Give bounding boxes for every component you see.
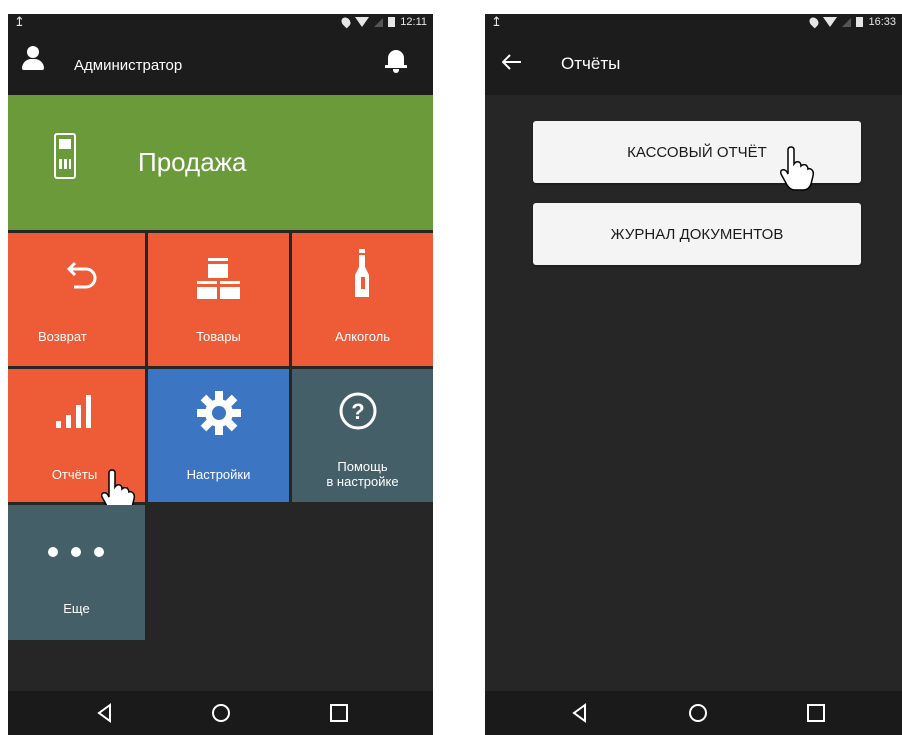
system-nav-bar	[8, 691, 433, 735]
gear-icon	[197, 391, 241, 435]
button-label: ЖУРНАЛ ДОКУМЕНТОВ	[610, 225, 784, 243]
pos-terminal-icon	[54, 133, 76, 179]
more-dots-icon	[48, 547, 104, 557]
nav-home-icon[interactable]	[687, 703, 709, 723]
tile-reports[interactable]: Отчёты	[8, 369, 145, 514]
nav-recent-icon[interactable]	[805, 703, 827, 723]
system-nav-bar	[485, 691, 902, 735]
signal-icon	[842, 17, 852, 27]
sale-tile[interactable]: Продажа	[8, 95, 433, 230]
tile-settings[interactable]: Настройки	[148, 369, 289, 502]
tile-label-line2: в настройке	[326, 474, 399, 489]
wifi-icon	[823, 17, 838, 27]
hand-cursor-icon	[779, 146, 815, 191]
tile-return[interactable]: Возврат	[8, 233, 145, 366]
back-arrow-icon[interactable]	[502, 54, 522, 70]
tile-goods[interactable]: Товары	[148, 233, 289, 366]
battery-icon	[856, 17, 864, 27]
nav-home-icon[interactable]	[210, 703, 232, 723]
help-icon: ?	[339, 392, 377, 430]
upload-icon: ↥	[14, 14, 25, 29]
button-label: КАССОВЫЙ ОТЧЁТ	[627, 143, 767, 161]
tile-label-line1: Помощь	[337, 459, 388, 474]
bottle-icon	[355, 249, 369, 297]
bell-icon[interactable]	[385, 48, 409, 73]
tile-more[interactable]: Еще	[8, 505, 145, 640]
return-icon	[66, 261, 97, 289]
signal-icon	[374, 17, 384, 27]
goods-icon	[197, 258, 240, 299]
tile-label: Еще	[63, 601, 90, 616]
status-bar: ↥ 16:33	[485, 14, 902, 32]
battery-icon	[388, 17, 396, 27]
svg-text:?: ?	[351, 399, 364, 424]
upload-icon: ↥	[491, 14, 502, 29]
tile-alcohol[interactable]: Алкоголь	[292, 233, 433, 366]
sale-label: Продажа	[138, 147, 247, 177]
user-icon[interactable]	[22, 46, 44, 72]
tile-label: Товары	[196, 329, 241, 344]
reports-screen: ↥ 16:33 Отчёты КАССОВЫЙ ОТЧЁТ ЖУРНАЛ ДОК…	[485, 14, 902, 735]
page-title: Отчёты	[561, 54, 621, 73]
location-icon	[339, 15, 353, 29]
bars-icon	[56, 395, 91, 428]
nav-recent-icon[interactable]	[328, 703, 350, 723]
status-time: 16:33	[868, 16, 896, 28]
nav-back-icon[interactable]	[569, 703, 591, 723]
nav-back-icon[interactable]	[94, 703, 116, 723]
tile-label: Настройки	[186, 467, 251, 482]
tile-label: Алкоголь	[334, 329, 391, 344]
status-time: 12:11	[400, 16, 427, 28]
status-bar: ↥ 12:11	[8, 14, 433, 32]
tile-help[interactable]: ? Помощь в настройке	[292, 369, 433, 502]
documents-journal-button[interactable]: ЖУРНАЛ ДОКУМЕНТОВ	[533, 203, 861, 265]
user-name: Администратор	[74, 57, 183, 74]
tile-label: Возврат	[38, 329, 87, 344]
main-menu-screen: ↥ 12:11 Администратор Продажа Возврат То…	[8, 14, 433, 735]
location-icon	[808, 15, 821, 29]
app-header: Администратор	[8, 32, 433, 95]
wifi-icon	[355, 17, 370, 27]
app-header: Отчёты	[485, 32, 902, 95]
